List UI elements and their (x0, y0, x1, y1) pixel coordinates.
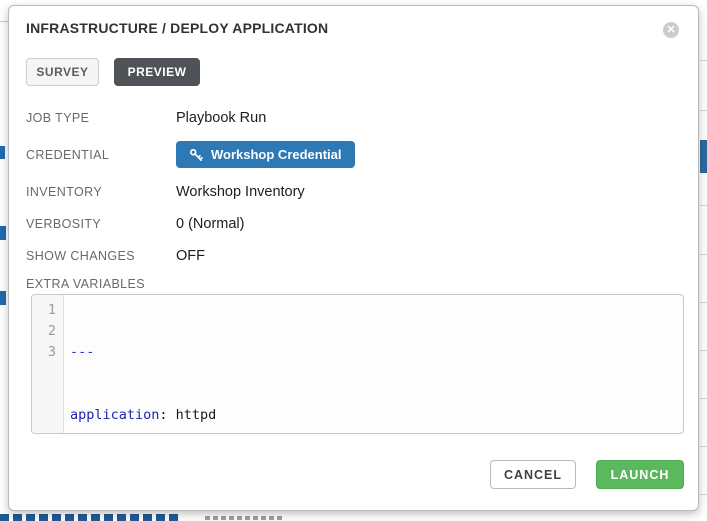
tab-survey[interactable]: SURVEY (26, 58, 99, 86)
job-type-value: Playbook Run (176, 110, 266, 126)
key-icon (189, 148, 203, 162)
background-link-fragment (0, 146, 5, 159)
credential-badge-label: Workshop Credential (211, 147, 342, 162)
show-changes-value: OFF (176, 248, 205, 264)
verbosity-value: 0 (Normal) (176, 216, 244, 232)
yaml-doc-start: --- (70, 344, 94, 360)
yaml-key: application (70, 407, 159, 423)
modal-title: INFRASTRUCTURE / DEPLOY APPLICATION (26, 20, 328, 36)
close-icon[interactable]: ✕ (663, 22, 679, 38)
line-number: 3 (32, 342, 56, 363)
background-divider-fragment (0, 21, 8, 22)
extra-variables-label: EXTRA VARIABLES (26, 277, 145, 291)
inventory-label: INVENTORY (26, 185, 176, 199)
line-number: 1 (32, 300, 56, 321)
field-row-show-changes: SHOW CHANGES OFF (26, 247, 676, 265)
editor-code-area[interactable]: --- application: httpd (64, 295, 683, 433)
field-row-job-type: JOB TYPE Playbook Run (26, 109, 676, 127)
field-row-credential: CREDENTIAL Workshop Credential (26, 141, 676, 168)
show-changes-label: SHOW CHANGES (26, 249, 176, 263)
background-table-fragment (699, 0, 707, 521)
credential-label: CREDENTIAL (26, 148, 176, 162)
code-line-1: --- (70, 342, 683, 363)
deploy-application-modal: INFRASTRUCTURE / DEPLOY APPLICATION ✕ SU… (8, 5, 699, 511)
background-link-fragment (0, 291, 6, 305)
page: { "modal": { "title": "INFRASTRUCTURE / … (0, 0, 707, 521)
background-link-fragment (0, 226, 6, 240)
cancel-button[interactable]: CANCEL (490, 460, 576, 489)
background-heading-fragment (0, 514, 178, 521)
background-text-fragment (205, 516, 285, 520)
code-line-2: application: httpd (70, 405, 683, 426)
inventory-value: Workshop Inventory (176, 184, 305, 200)
yaml-colon: : (159, 407, 167, 423)
field-row-verbosity: VERBOSITY 0 (Normal) (26, 215, 676, 233)
background-badge-fragment (700, 140, 707, 173)
extra-variables-editor[interactable]: 1 2 3 --- application: httpd (31, 294, 684, 434)
tab-preview[interactable]: PREVIEW (114, 58, 200, 86)
line-number: 2 (32, 321, 56, 342)
verbosity-label: VERBOSITY (26, 217, 176, 231)
field-row-inventory: INVENTORY Workshop Inventory (26, 183, 676, 201)
launch-button[interactable]: LAUNCH (596, 460, 684, 489)
yaml-value: httpd (168, 407, 217, 423)
editor-gutter: 1 2 3 (32, 295, 64, 433)
credential-badge[interactable]: Workshop Credential (176, 141, 355, 168)
job-type-label: JOB TYPE (26, 111, 176, 125)
